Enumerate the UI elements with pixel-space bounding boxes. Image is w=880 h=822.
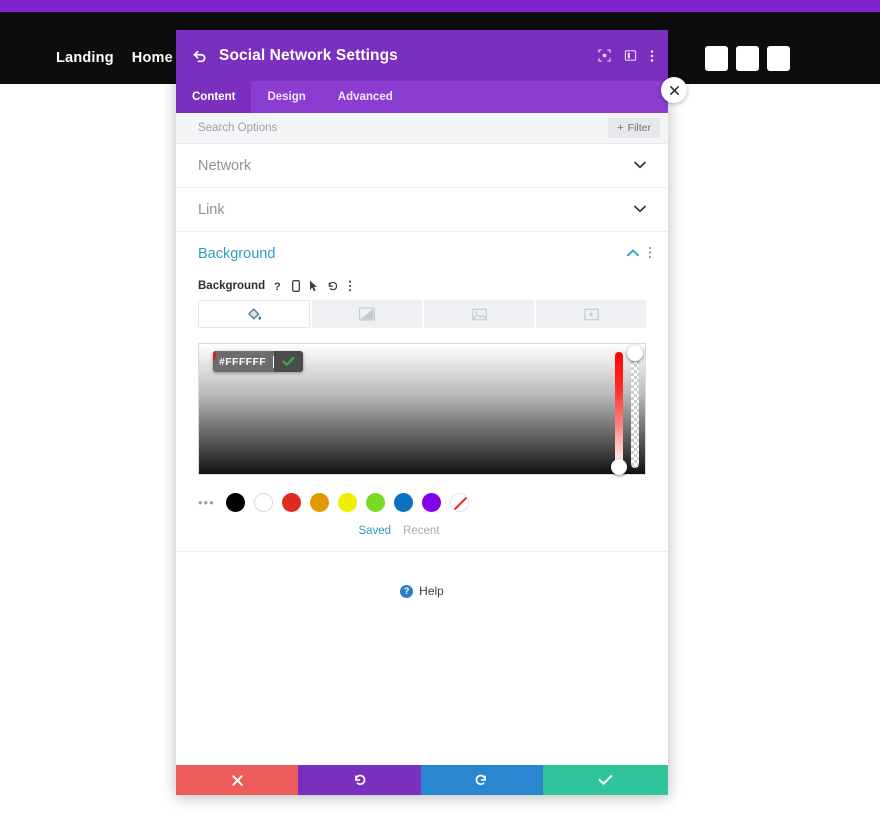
background-image-tab[interactable] xyxy=(424,300,534,328)
plus-icon: + xyxy=(617,122,624,134)
nav-links: Landing Home xyxy=(56,50,173,66)
modal-header: Social Network Settings xyxy=(176,30,668,81)
swatch-blue[interactable] xyxy=(393,493,413,512)
color-swatch-row: ••• xyxy=(198,493,646,512)
section-background: Background Background ? #FFFFFF ••• Save… xyxy=(176,232,668,552)
settings-modal: Social Network Settings Content Design A… xyxy=(176,30,668,795)
kebab-menu-icon[interactable] xyxy=(650,49,654,63)
saturation-value-area[interactable]: 1 #FFFFFF xyxy=(198,343,646,475)
section-link[interactable]: Link xyxy=(176,188,668,232)
nav-social-icons xyxy=(705,46,790,71)
filter-button[interactable]: + Filter xyxy=(608,118,660,138)
color-picker: 1 #FFFFFF xyxy=(198,343,646,475)
modal-tab-bar: Content Design Advanced xyxy=(176,81,668,113)
picker-sliders xyxy=(611,345,643,475)
background-color-tab[interactable] xyxy=(198,300,310,328)
alpha-slider[interactable] xyxy=(627,345,643,468)
section-background-label: Background xyxy=(198,246,276,262)
swatch-orange[interactable] xyxy=(309,493,329,512)
swatch-none[interactable] xyxy=(449,493,469,512)
more-swatches-icon[interactable]: ••• xyxy=(198,495,215,510)
kebab-menu-icon[interactable] xyxy=(348,280,352,292)
page-top-strip xyxy=(0,0,880,12)
hue-slider[interactable] xyxy=(611,352,627,475)
nav-link-home[interactable]: Home xyxy=(132,50,173,66)
redo-button[interactable] xyxy=(420,765,544,795)
chevron-up-icon[interactable] xyxy=(627,248,639,260)
section-network-label: Network xyxy=(198,157,252,174)
svg-text:?: ? xyxy=(274,281,281,292)
reset-icon[interactable] xyxy=(327,280,339,292)
kebab-menu-icon[interactable] xyxy=(648,246,652,262)
chevron-down-icon[interactable] xyxy=(634,204,646,216)
help-label: Help xyxy=(419,584,444,598)
expand-icon[interactable] xyxy=(598,49,611,62)
cancel-button[interactable] xyxy=(176,765,299,795)
section-background-header[interactable]: Background xyxy=(176,232,668,276)
back-arrow-icon[interactable] xyxy=(192,48,207,63)
responsive-device-icon[interactable] xyxy=(292,280,301,292)
swatch-white[interactable] xyxy=(253,493,273,512)
background-type-tabs xyxy=(198,300,646,328)
tab-advanced[interactable]: Advanced xyxy=(322,81,409,113)
tab-saved-colors[interactable]: Saved xyxy=(358,525,391,537)
swatch-black[interactable] xyxy=(225,493,245,512)
help-icon[interactable]: ? xyxy=(274,280,283,292)
help-link[interactable]: ? Help xyxy=(176,584,668,598)
hue-slider-handle[interactable] xyxy=(611,459,627,475)
save-button[interactable] xyxy=(543,765,668,795)
background-control-label: Background xyxy=(198,280,266,292)
social-icon-3[interactable] xyxy=(767,46,790,71)
social-icon-1[interactable] xyxy=(705,46,728,71)
hex-color-input[interactable]: #FFFFFF xyxy=(213,351,275,372)
modal-body: Network Link Background Background ? #FF… xyxy=(176,144,668,765)
close-modal-button[interactable] xyxy=(661,77,687,103)
section-network[interactable]: Network xyxy=(176,144,668,188)
tab-content[interactable]: Content xyxy=(176,81,252,113)
split-view-icon[interactable] xyxy=(624,49,637,62)
tab-recent-colors[interactable]: Recent xyxy=(403,525,439,537)
section-background-controls xyxy=(627,246,652,262)
background-video-tab[interactable] xyxy=(536,300,646,328)
hover-cursor-icon[interactable] xyxy=(309,280,318,292)
swatch-red[interactable] xyxy=(281,493,301,512)
screen-root: Landing Home Social Network Settings Con… xyxy=(0,0,880,822)
tab-design[interactable]: Design xyxy=(251,81,321,113)
social-icon-2[interactable] xyxy=(736,46,759,71)
swatch-green[interactable] xyxy=(365,493,385,512)
search-options-row: Search Options + Filter xyxy=(176,113,668,144)
modal-footer xyxy=(176,765,668,795)
alpha-slider-handle[interactable] xyxy=(627,345,643,361)
filter-button-label: Filter xyxy=(627,122,651,134)
hex-input-popover: 1 #FFFFFF xyxy=(213,351,303,372)
nav-link-landing[interactable]: Landing xyxy=(56,50,114,66)
section-link-label: Link xyxy=(198,201,225,218)
help-icon: ? xyxy=(400,584,414,598)
undo-button[interactable] xyxy=(298,765,421,795)
swatch-yellow[interactable] xyxy=(337,493,357,512)
confirm-color-button[interactable] xyxy=(274,351,303,372)
swatch-source-tabs: Saved Recent xyxy=(176,525,668,537)
chevron-down-icon[interactable] xyxy=(634,160,646,172)
swatch-purple[interactable] xyxy=(421,493,441,512)
search-input[interactable]: Search Options xyxy=(198,122,277,134)
modal-title: Social Network Settings xyxy=(219,46,398,64)
background-control-label-row: Background ? xyxy=(176,276,668,300)
background-gradient-tab[interactable] xyxy=(312,300,422,328)
modal-header-icons xyxy=(598,49,654,63)
